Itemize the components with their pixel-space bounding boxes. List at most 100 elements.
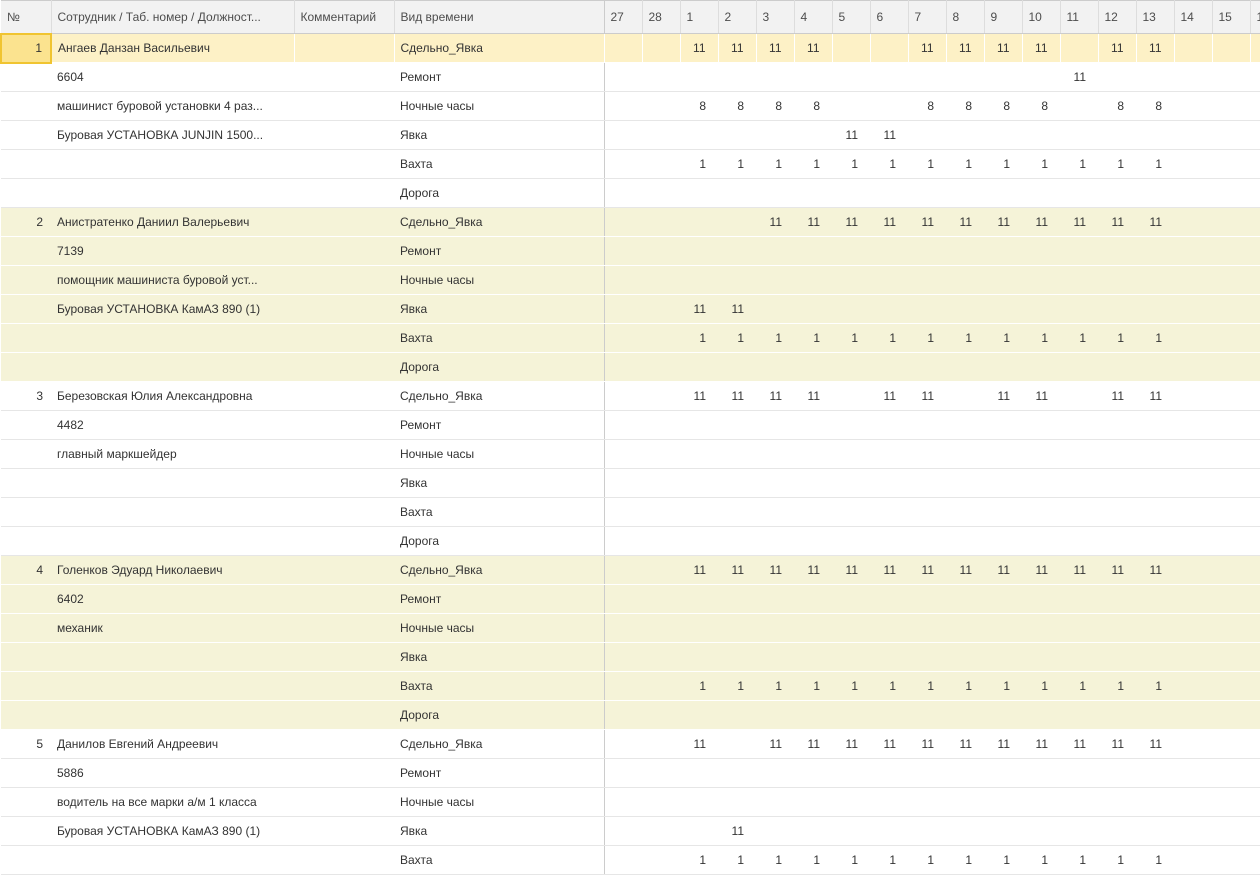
day-value-cell[interactable]: 11: [756, 33, 795, 63]
day-value-cell[interactable]: 11: [680, 294, 718, 324]
day-value-cell[interactable]: [1250, 178, 1260, 208]
day-value-cell[interactable]: [1174, 294, 1212, 324]
day-value-cell[interactable]: 11: [908, 381, 946, 411]
day-value-cell[interactable]: [680, 207, 718, 237]
day-value-cell[interactable]: [1174, 33, 1213, 63]
day-value-cell[interactable]: [680, 642, 718, 672]
day-value-cell[interactable]: [604, 294, 642, 324]
column-header-day[interactable]: 13: [1136, 0, 1175, 34]
day-value-cell[interactable]: [1250, 613, 1260, 643]
day-value-cell[interactable]: 1: [794, 323, 832, 353]
day-value-cell[interactable]: 1: [1022, 845, 1060, 875]
employee-info-cell[interactable]: главный маркшейдер: [51, 439, 294, 469]
row-number-cell[interactable]: 2: [1, 207, 51, 237]
day-value-cell[interactable]: [1250, 816, 1260, 846]
day-value-cell[interactable]: [756, 439, 794, 469]
day-value-cell[interactable]: 11: [794, 207, 832, 237]
day-value-cell[interactable]: [870, 700, 908, 730]
day-value-cell[interactable]: [984, 236, 1022, 266]
day-value-cell[interactable]: [908, 236, 946, 266]
time-type-cell[interactable]: Сдельно_Явка: [394, 207, 605, 237]
day-value-cell[interactable]: 11: [832, 207, 870, 237]
row-number-cell[interactable]: [1, 236, 51, 266]
day-value-cell[interactable]: [642, 816, 680, 846]
day-value-cell[interactable]: [1250, 120, 1260, 150]
day-value-cell[interactable]: 1: [984, 149, 1022, 179]
day-value-cell[interactable]: [1022, 410, 1060, 440]
day-value-cell[interactable]: [1174, 352, 1212, 382]
table-row[interactable]: главный маркшейдер Ночные часы: [1, 439, 1260, 469]
comment-cell[interactable]: [294, 526, 394, 556]
day-value-cell[interactable]: [832, 816, 870, 846]
day-value-cell[interactable]: [1060, 613, 1098, 643]
day-value-cell[interactable]: 11: [1022, 729, 1060, 759]
day-value-cell[interactable]: [984, 468, 1022, 498]
table-row[interactable]: Вахта 1 1 1 1 1 1 1 1 1 1 1 1 1: [1, 323, 1260, 353]
day-value-cell[interactable]: [718, 62, 756, 92]
day-value-cell[interactable]: 1: [1060, 323, 1098, 353]
day-value-cell[interactable]: 1: [870, 845, 908, 875]
day-value-cell[interactable]: [680, 236, 718, 266]
comment-cell[interactable]: [294, 381, 394, 411]
day-value-cell[interactable]: 1: [1022, 149, 1060, 179]
day-value-cell[interactable]: [1212, 787, 1250, 817]
day-value-cell[interactable]: [870, 816, 908, 846]
employee-info-cell[interactable]: машинист буровой установки 4 раз...: [51, 91, 294, 121]
comment-cell[interactable]: [294, 91, 394, 121]
day-value-cell[interactable]: [794, 439, 832, 469]
day-value-cell[interactable]: [756, 236, 794, 266]
time-type-cell[interactable]: Сдельно_Явка: [394, 33, 605, 63]
day-value-cell[interactable]: [908, 62, 946, 92]
day-value-cell[interactable]: [832, 33, 871, 63]
day-value-cell[interactable]: [1060, 468, 1098, 498]
day-value-cell[interactable]: [870, 91, 908, 121]
day-value-cell[interactable]: [1060, 33, 1099, 63]
day-value-cell[interactable]: [642, 149, 680, 179]
time-type-cell[interactable]: Явка: [394, 642, 605, 672]
day-value-cell[interactable]: [1136, 439, 1174, 469]
day-value-cell[interactable]: [1022, 497, 1060, 527]
day-value-cell[interactable]: 11: [1022, 555, 1060, 585]
time-type-cell[interactable]: Вахта: [394, 845, 605, 875]
day-value-cell[interactable]: 11: [1098, 381, 1136, 411]
day-value-cell[interactable]: [604, 613, 642, 643]
day-value-cell[interactable]: [870, 352, 908, 382]
day-value-cell[interactable]: [680, 700, 718, 730]
day-value-cell[interactable]: [642, 729, 680, 759]
day-value-cell[interactable]: [1174, 642, 1212, 672]
table-row[interactable]: 1 Ангаев Данзан Васильевич Сдельно_Явка 11 1…: [0, 32, 1260, 64]
day-value-cell[interactable]: [1060, 236, 1098, 266]
day-value-cell[interactable]: [1250, 439, 1260, 469]
day-value-cell[interactable]: [908, 584, 946, 614]
day-value-cell[interactable]: [794, 352, 832, 382]
comment-cell[interactable]: [294, 613, 394, 643]
table-row[interactable]: водитель на все марки а/м 1 класса Ночные…: [1, 787, 1260, 817]
day-value-cell[interactable]: [1022, 439, 1060, 469]
day-value-cell[interactable]: 1: [680, 323, 718, 353]
day-value-cell[interactable]: [832, 613, 870, 643]
day-value-cell[interactable]: 11: [908, 207, 946, 237]
day-value-cell[interactable]: [870, 497, 908, 527]
day-value-cell[interactable]: 8: [718, 91, 756, 121]
comment-cell[interactable]: [294, 468, 394, 498]
row-number-cell[interactable]: 5: [1, 729, 51, 759]
day-value-cell[interactable]: 1: [832, 323, 870, 353]
day-value-cell[interactable]: 11: [680, 729, 718, 759]
day-value-cell[interactable]: [604, 33, 643, 63]
day-value-cell[interactable]: [794, 62, 832, 92]
day-value-cell[interactable]: [604, 120, 642, 150]
row-number-cell[interactable]: [1, 178, 51, 208]
day-value-cell[interactable]: [756, 62, 794, 92]
day-value-cell[interactable]: [1060, 381, 1098, 411]
day-value-cell[interactable]: [1098, 120, 1136, 150]
day-value-cell[interactable]: [794, 584, 832, 614]
day-value-cell[interactable]: 1: [794, 845, 832, 875]
day-value-cell[interactable]: [756, 497, 794, 527]
day-value-cell[interactable]: [1174, 120, 1212, 150]
column-header-day[interactable]: 15: [1212, 0, 1251, 34]
day-value-cell[interactable]: [794, 787, 832, 817]
day-value-cell[interactable]: [718, 178, 756, 208]
day-value-cell[interactable]: [1098, 294, 1136, 324]
day-value-cell[interactable]: 1: [680, 845, 718, 875]
day-value-cell[interactable]: [1212, 178, 1250, 208]
